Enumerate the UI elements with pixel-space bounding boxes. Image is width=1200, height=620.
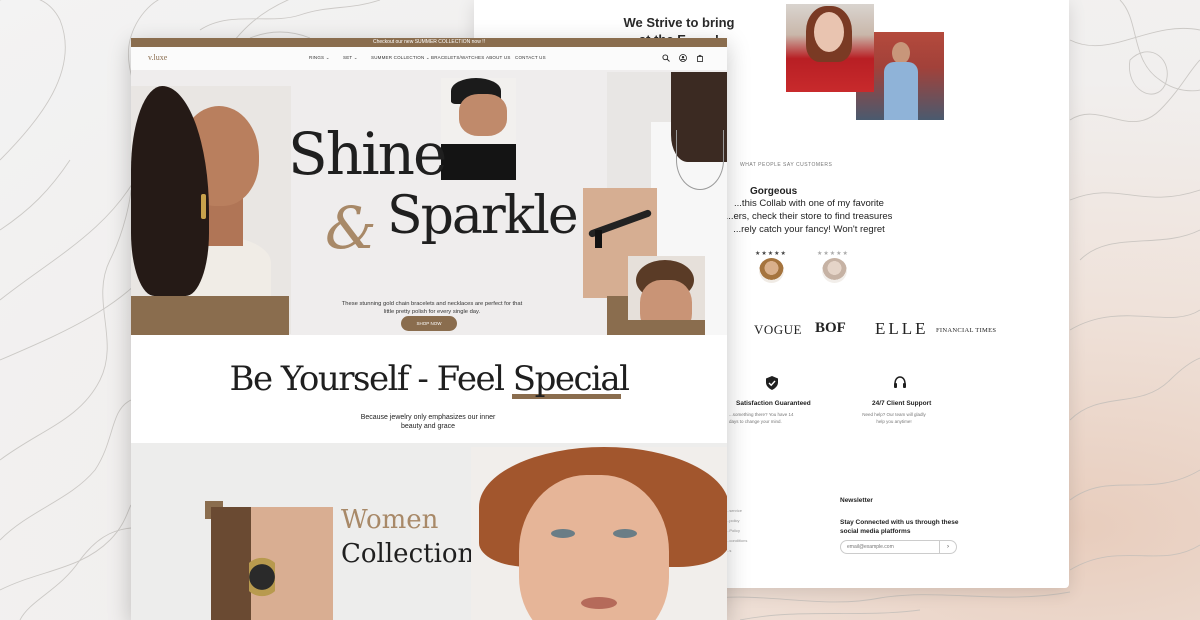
press-logo-bof: BOF: [815, 320, 846, 336]
hero-banner: Shine & Sparkle These stunning gold chai…: [131, 70, 727, 335]
newsletter-title: Newsletter: [840, 497, 873, 504]
review-text: ...this Collab with one of my favorite .…: [725, 198, 893, 235]
shop-now-button[interactable]: SHOP NOW: [401, 316, 457, 331]
tagline-section: Be Yourself - Feel Special Because jewel…: [131, 335, 727, 443]
tagline-subtext: Because jewelry only emphasizes our inne…: [360, 414, 496, 430]
earring-model-photo[interactable]: [211, 507, 333, 620]
nav-item-about-us[interactable]: ABOUT US: [486, 55, 511, 60]
nav-item-rings[interactable]: RINGS ⌄: [309, 55, 330, 61]
footer-link[interactable]: ...service: [726, 508, 747, 518]
collection-title-line2: Collection: [341, 539, 475, 569]
account-icon[interactable]: [679, 54, 687, 62]
feature-desc-support: Need help? Our team will gladly help you…: [862, 412, 926, 424]
customer-photo-woman: [786, 4, 874, 92]
accent-block: [131, 296, 289, 335]
hero-hands-photo: [441, 78, 516, 180]
footer-links: ...service ...policy ...Policy ...condit…: [726, 508, 747, 558]
nav-item-summer-collection[interactable]: SUMMER COLLECTION ⌄: [371, 55, 430, 61]
accent-block: [628, 320, 705, 335]
feature-title-satisfaction: Satisfaction Guaranteed: [736, 400, 811, 407]
reviewer-avatar[interactable]: [822, 258, 847, 283]
women-collection-title[interactable]: Women Collection: [341, 503, 474, 571]
headset-icon: [894, 376, 906, 388]
footer-link[interactable]: ...Policy: [726, 528, 747, 538]
women-collection-section: Women Collection: [131, 443, 727, 620]
press-logo-financial-times: FINANCIAL TIMES: [936, 327, 997, 334]
review-stars-1: ★★★★★: [755, 251, 787, 257]
footer-link[interactable]: ...policy: [726, 518, 747, 528]
hero-title-line1: Shine: [288, 120, 447, 188]
reviews-label: WHAT PEOPLE SAY CUSTOMERS: [740, 162, 833, 168]
newsletter-subtitle: Stay Connected with us through these soc…: [840, 519, 959, 535]
model-portrait-photo: [471, 447, 727, 620]
cart-icon[interactable]: [696, 54, 704, 62]
promo-bar[interactable]: Checkout our new SUMMER COLLECTION now !…: [131, 38, 727, 47]
nav-item-contact-us[interactable]: CONTACT US: [515, 55, 546, 60]
footer-link[interactable]: ...s: [726, 548, 747, 558]
shield-check-icon: [766, 376, 778, 390]
feature-desc-satisfaction: ...something there? You have 14 days to …: [729, 412, 794, 424]
press-logo-elle: ELLE: [875, 319, 929, 338]
accent-block: [607, 296, 629, 335]
navbar: v.luxe RINGS ⌄ SET ⌄ SUMMER COLLECTION ⌄…: [131, 47, 727, 70]
tagline-heading: Be Yourself - Feel Special: [229, 359, 630, 399]
review-title: Gorgeous: [750, 186, 798, 197]
press-logo-vogue: VOGUE: [754, 322, 802, 337]
newsletter-email-input[interactable]: [840, 540, 940, 554]
review-stars-2: ★★★★★: [817, 251, 849, 257]
hero-title-line2: Sparkle: [387, 186, 579, 246]
reviewer-avatar[interactable]: [759, 258, 784, 283]
brand-logo[interactable]: v.luxe: [148, 53, 167, 62]
feature-title-support: 24/7 Client Support: [872, 400, 932, 407]
hero-description: These stunning gold chain bracelets and …: [341, 301, 523, 315]
nav-item-set[interactable]: SET ⌄: [343, 55, 358, 61]
footer-link[interactable]: ...conditions: [726, 538, 747, 548]
hero-ampersand: &: [325, 194, 377, 262]
collection-title-line1: Women: [341, 505, 439, 535]
nav-item-bracelets-watches[interactable]: BRACELETS/WATCHES: [431, 55, 484, 60]
newsletter-submit-button[interactable]: ›: [939, 540, 957, 554]
search-icon[interactable]: [662, 54, 670, 62]
main-page-preview: Checkout our new SUMMER COLLECTION now !…: [131, 38, 727, 620]
